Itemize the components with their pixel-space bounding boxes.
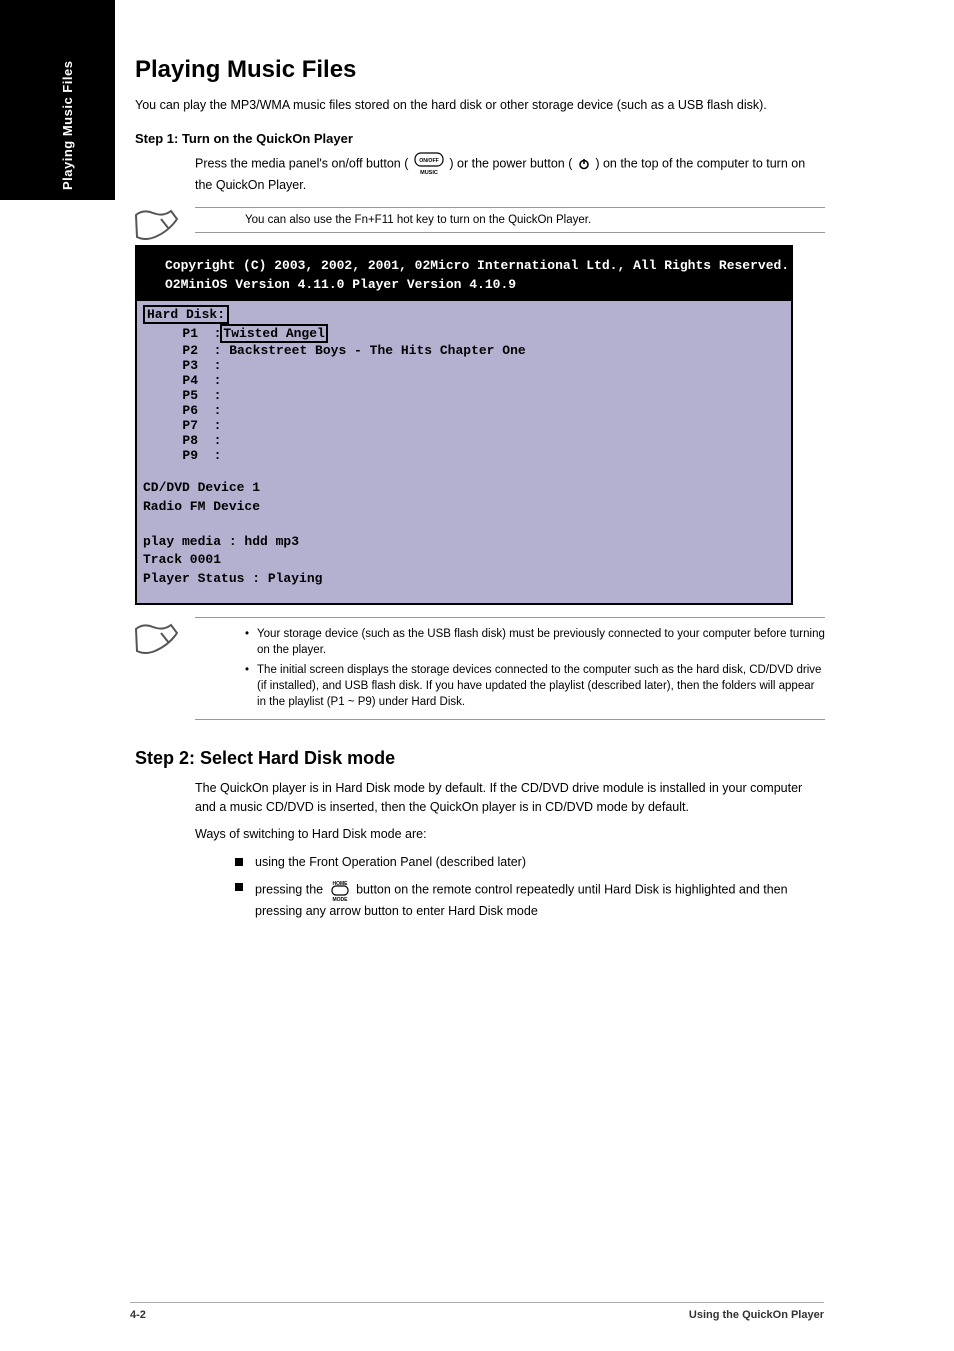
note-icon <box>133 621 179 661</box>
footer-title: Using the QuickOn Player <box>689 1309 824 1321</box>
bullet-dot-icon: • <box>245 626 249 658</box>
selected-track: Twisted Angel <box>220 324 327 343</box>
note-icon <box>133 207 179 247</box>
svg-text:ON/OFF: ON/OFF <box>419 158 439 164</box>
slot-label: P7 <box>182 418 198 433</box>
note2-block: • Your storage device (such as the USB f… <box>195 617 825 719</box>
step2-heading: Step 2: Select Hard Disk mode <box>135 748 825 769</box>
step2-bullet: using the Front Operation Panel (describ… <box>235 853 825 872</box>
step1-heading: Step 1: Turn on the QuickOn Player <box>135 131 825 146</box>
step2-bullet1-text: using the Front Operation Panel (describ… <box>255 853 526 872</box>
screen-osver: O2MiniOS Version 4.11.0 Player Version 4… <box>165 277 516 292</box>
footer-rule <box>130 1302 824 1303</box>
note2-bullet: • The initial screen displays the storag… <box>245 662 825 710</box>
playlist-row: P6 : <box>159 403 791 418</box>
step1-text-mid: ) or the power button ( <box>449 156 575 170</box>
slot-label: P6 <box>182 403 198 418</box>
power-icon <box>578 158 590 170</box>
step2-p1: The QuickOn player is in Hard Disk mode … <box>195 779 825 818</box>
step1-text-pre: Press the media panel's on/off button ( <box>195 156 408 170</box>
page-footer: 4-2 Using the QuickOn Player <box>0 1302 954 1321</box>
page: Playing Music Files Playing Music Files … <box>0 0 954 1351</box>
bullet-dot-icon: • <box>245 662 249 710</box>
slot-label: P2 <box>182 343 198 358</box>
device-line: Radio FM Device <box>143 498 791 517</box>
hard-disk-label: Hard Disk: <box>143 305 229 324</box>
side-tab-label: Playing Music Files <box>60 61 75 190</box>
step2-b2-pre: pressing the <box>255 882 327 896</box>
slot-label: P8 <box>182 433 198 448</box>
player-screen: Copyright (C) 2003, 2002, 2001, 02Micro … <box>135 245 793 605</box>
onoff-music-key-icon: ON/OFF MUSIC <box>414 152 444 176</box>
svg-text:MODE: MODE <box>332 897 348 902</box>
step2-p2: Ways of switching to Hard Disk mode are: <box>195 825 825 844</box>
player-status-line: Player Status : Playing <box>143 570 791 589</box>
note1-text: You can also use the Fn+F11 hot key to t… <box>195 210 591 230</box>
slot-label: P4 <box>182 373 198 388</box>
content-area: Playing Music Files You can play the MP3… <box>135 56 825 927</box>
note2-b1: Your storage device (such as the USB fla… <box>257 626 825 658</box>
playlist-row: P8 : <box>159 433 791 448</box>
slot-label: P9 <box>182 448 198 463</box>
playlist-row: P4 : <box>159 373 791 388</box>
status-block: play media : hdd mp3 Track 0001 Player S… <box>143 533 791 590</box>
device-list: CD/DVD Device 1 Radio FM Device <box>143 479 791 517</box>
note1-block: You can also use the Fn+F11 hot key to t… <box>195 207 825 233</box>
page-heading: Playing Music Files <box>135 56 825 84</box>
note2-b2: The initial screen displays the storage … <box>257 662 825 710</box>
screen-copyright: Copyright (C) 2003, 2002, 2001, 02Micro … <box>165 258 789 273</box>
playlist-row: P1 :Twisted Angel <box>159 324 791 343</box>
slot-label: P3 <box>182 358 198 373</box>
playlist-row: P7 : <box>159 418 791 433</box>
playlist-row: P2 : Backstreet Boys - The Hits Chapter … <box>159 343 791 358</box>
playlist-row: P9 : <box>159 448 791 463</box>
device-line: CD/DVD Device 1 <box>143 479 791 498</box>
slot-label: P5 <box>182 388 198 403</box>
screen-header: Copyright (C) 2003, 2002, 2001, 02Micro … <box>137 247 791 301</box>
screen-body: Hard Disk: P1 :Twisted Angel P2 : Backst… <box>137 301 791 603</box>
square-bullet-icon <box>235 883 243 891</box>
track-title: Backstreet Boys - The Hits Chapter One <box>229 343 525 358</box>
track-line: Track 0001 <box>143 551 791 570</box>
step2-bullet: pressing the HOME MODE button on the rem… <box>235 878 825 921</box>
slot-label: P1 <box>182 326 198 341</box>
side-tab: Playing Music Files <box>0 0 115 200</box>
step2-bullet2-text: pressing the HOME MODE button on the rem… <box>255 878 825 921</box>
playlist: P1 :Twisted Angel P2 : Backstreet Boys -… <box>159 324 791 463</box>
svg-text:MUSIC: MUSIC <box>420 170 438 176</box>
playlist-row: P3 : <box>159 358 791 373</box>
step1-body: Press the media panel's on/off button ( … <box>195 152 825 195</box>
footer-page-number: 4-2 <box>130 1309 146 1321</box>
playlist-row: P5 : <box>159 388 791 403</box>
note2-bullet: • Your storage device (such as the USB f… <box>245 626 825 658</box>
home-mode-key-icon: HOME MODE <box>327 878 353 902</box>
intro-paragraph: You can play the MP3/WMA music files sto… <box>135 96 825 115</box>
play-media-line: play media : hdd mp3 <box>143 533 791 552</box>
square-bullet-icon <box>235 858 243 866</box>
